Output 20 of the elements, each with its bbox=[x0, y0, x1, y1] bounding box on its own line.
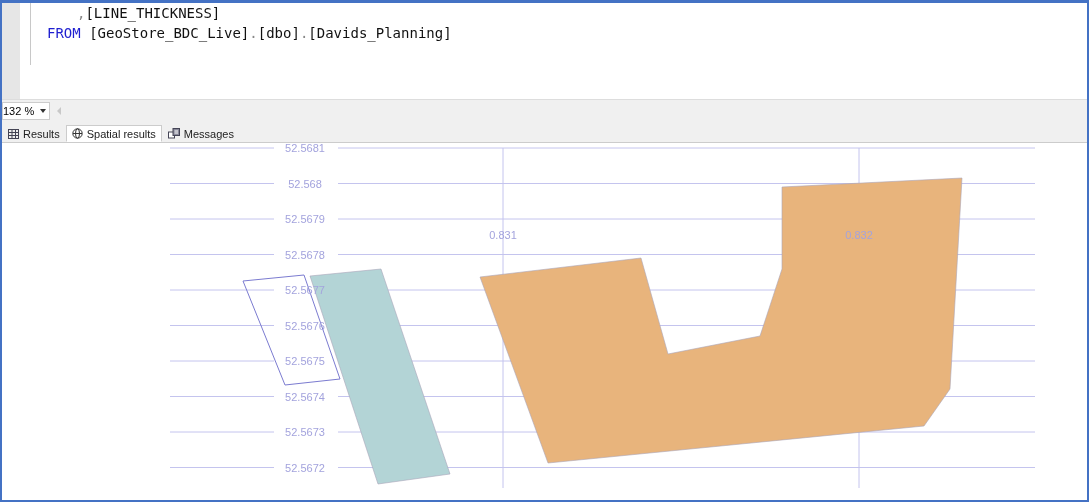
latitude-label: 52.568 bbox=[288, 177, 322, 190]
globe-icon bbox=[71, 128, 83, 139]
latitude-label: 52.5672 bbox=[285, 461, 325, 474]
zoom-dropdown[interactable]: 132 % bbox=[2, 102, 51, 120]
code-line: FROM [GeoStore_BDC_Live].[dbo].[Davids_Planning] bbox=[46, 24, 452, 43]
code-line: ,[LINE_THICKNESS] bbox=[76, 4, 222, 23]
latitude-label: 52.5681 bbox=[285, 143, 325, 154]
messages-icon bbox=[167, 128, 180, 139]
results-tab[interactable]: Spatial results bbox=[65, 125, 162, 142]
latitude-label: 52.5679 bbox=[285, 213, 325, 225]
results-tab[interactable]: Messages bbox=[161, 125, 240, 142]
latitude-label: 52.5675 bbox=[285, 355, 325, 367]
longitude-label: 0.831 bbox=[489, 229, 517, 241]
longitude-label: 0.832 bbox=[845, 229, 873, 241]
latitude-label: 52.5674 bbox=[285, 390, 325, 403]
grid-icon bbox=[8, 128, 19, 139]
latitude-label: 52.5678 bbox=[285, 248, 325, 261]
latitude-label: 52.5673 bbox=[285, 426, 325, 438]
dropdown-caret-icon bbox=[40, 109, 47, 113]
results-tab[interactable]: Results bbox=[2, 125, 66, 142]
